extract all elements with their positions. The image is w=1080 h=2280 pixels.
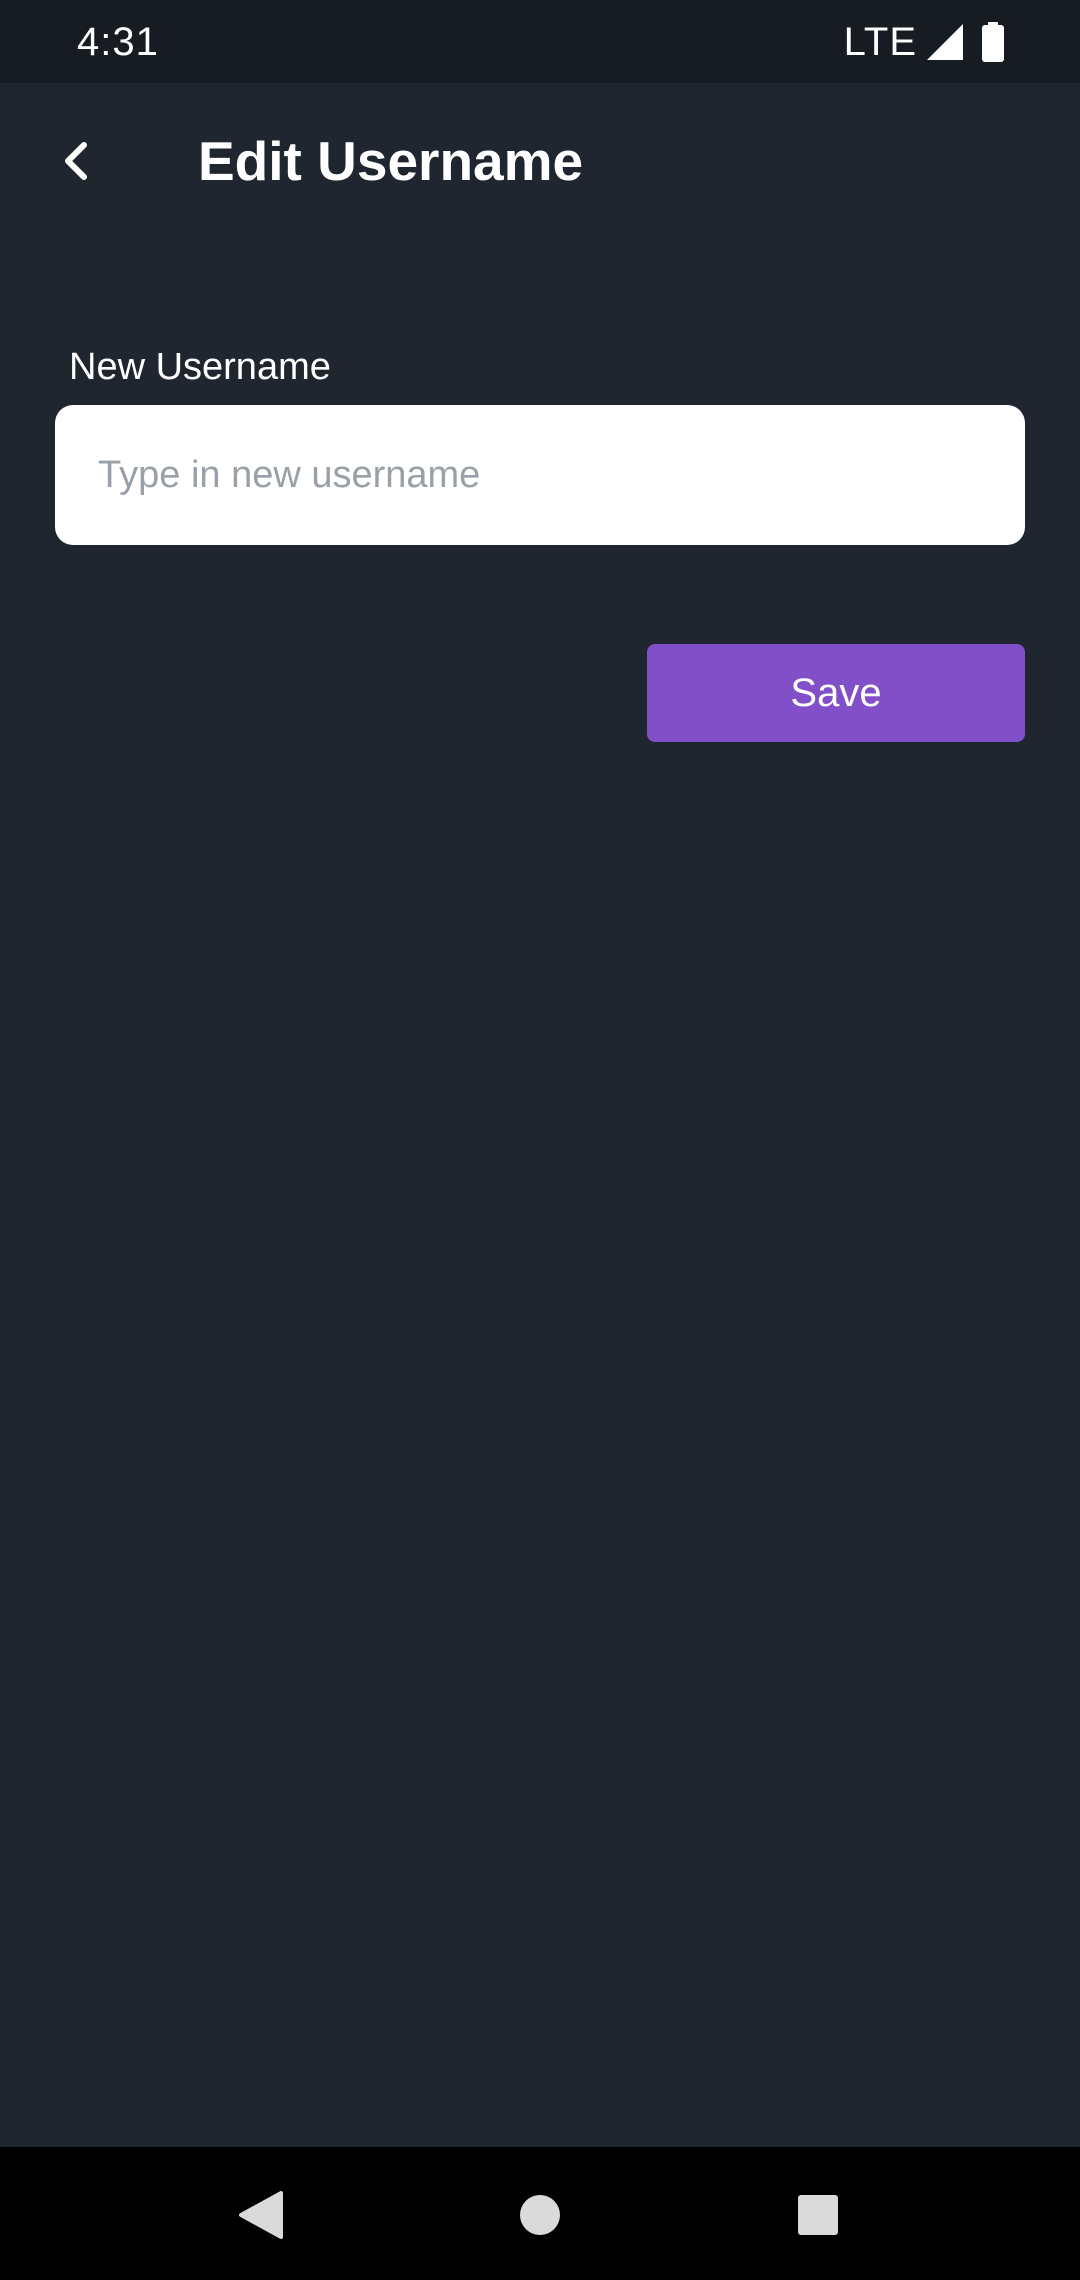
- system-navigation-bar: [0, 2147, 1080, 2280]
- nav-back-button[interactable]: [222, 2177, 298, 2253]
- battery-full-icon: [982, 22, 1004, 62]
- new-username-label: New Username: [69, 346, 331, 388]
- new-username-input[interactable]: [55, 405, 1025, 545]
- status-bar: 4:31 LTE: [0, 0, 1080, 83]
- nav-home-button[interactable]: [502, 2177, 578, 2253]
- app-bar: Edit Username: [0, 83, 1080, 239]
- page-title: Edit Username: [198, 130, 584, 192]
- nav-recents-button[interactable]: [780, 2177, 856, 2253]
- chevron-left-icon: [65, 142, 87, 180]
- status-time: 4:31: [77, 20, 159, 64]
- back-button[interactable]: [40, 123, 112, 199]
- circle-home-icon: [520, 2195, 560, 2235]
- triangle-back-icon: [239, 2191, 283, 2239]
- square-recents-icon: [798, 2195, 838, 2235]
- status-indicators: LTE: [844, 18, 1005, 66]
- signal-full-icon: [927, 24, 963, 60]
- network-type-label: LTE: [843, 20, 917, 64]
- save-button[interactable]: Save: [647, 644, 1025, 742]
- edit-username-screen: 4:31 LTE Edit Username New Username Save: [0, 0, 1080, 2280]
